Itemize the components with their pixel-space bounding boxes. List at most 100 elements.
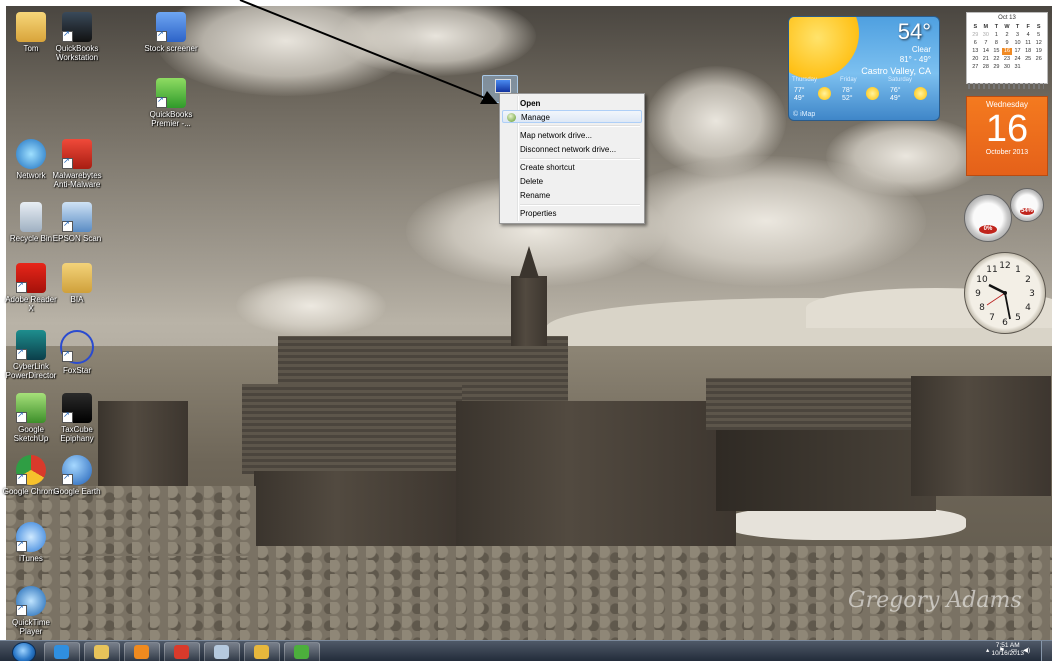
calendar-weekday-header: T [1015, 24, 1020, 30]
calendar-day-cell[interactable]: 21 [981, 56, 992, 63]
calendar-day-cell[interactable]: 14 [981, 48, 992, 55]
taskbar-time: 7:51 AM [995, 642, 1020, 649]
calendar-day-cell[interactable]: 25 [1023, 56, 1034, 63]
calendar-day-cell[interactable]: 17 [1012, 48, 1023, 55]
taskbar-button[interactable] [204, 642, 240, 661]
taskbar-button[interactable] [284, 642, 320, 661]
tray-expand-icon[interactable]: ▴ [986, 646, 989, 654]
menu-item-disconnect-network-drive[interactable]: Disconnect network drive... [502, 143, 642, 156]
calendar-day-cell[interactable]: 28 [981, 64, 992, 71]
forecast-day-name: Thursday [792, 77, 818, 83]
taskbar-button[interactable] [124, 642, 160, 661]
calendar-day-cell[interactable]: 2 [1002, 32, 1013, 39]
forecast-day: Friday 78° 52° [840, 77, 888, 107]
show-desktop-button[interactable] [1041, 641, 1052, 661]
calendar-day-cell[interactable]: 7 [981, 40, 992, 47]
weather-source[interactable]: © iMap [793, 111, 815, 118]
svg-text:8: 8 [979, 303, 985, 313]
calendar-day-cell[interactable] [1033, 64, 1044, 71]
svg-text:12: 12 [999, 261, 1010, 271]
svg-text:5: 5 [1015, 313, 1021, 323]
svg-text:7: 7 [989, 313, 995, 323]
calendar-day-cell[interactable]: 23 [1002, 56, 1013, 63]
calendar-day-cell[interactable]: 3 [1012, 32, 1023, 39]
weather-gadget[interactable]: 54° Clear 81° - 49° Castro Valley, CA Th… [788, 16, 940, 121]
menu-item-rename[interactable]: Rename [502, 189, 642, 202]
taskbar-button[interactable] [164, 642, 200, 661]
libraries-icon [94, 645, 109, 659]
cpu-value: 0% [983, 226, 993, 232]
mail-icon [254, 645, 269, 659]
calendar-day-cell[interactable]: 30 [1002, 64, 1013, 71]
calendar-weekday-header: F [1026, 24, 1030, 30]
volume-icon[interactable]: ◀) [1023, 646, 1030, 654]
calendar-day-cell[interactable]: 18 [1023, 48, 1034, 55]
svg-text:11: 11 [986, 265, 997, 275]
media-player-icon [134, 645, 149, 659]
internet-explorer-icon [54, 645, 69, 659]
calendar-day-cell[interactable]: 9 [1002, 40, 1013, 47]
calendar-day-cell[interactable]: 30 [981, 32, 992, 39]
calendar-day-cell[interactable]: 29 [970, 32, 981, 39]
weather-temperature: 54° [897, 19, 931, 44]
calendar-day-cell[interactable]: 12 [1033, 40, 1044, 47]
calendar-day-cell[interactable]: 24 [1012, 56, 1023, 63]
calendar-day-cell[interactable]: 31 [1012, 64, 1023, 71]
taskbar: ▴ ⚑ ▭ ◀) 7:51 AM 10/16/2013 [0, 640, 1052, 661]
calendar-day-cell[interactable]: 15 [991, 48, 1002, 55]
taskbar-clock[interactable]: 7:51 AM 10/16/2013 [991, 642, 1024, 658]
calendar-day-cell[interactable]: 19 [1033, 48, 1044, 55]
calendar-gadget[interactable]: Oct 13 S M T W T F S 29 30 1 2 3 4 5 6 7 8 9 10 11 12 13 14 15 1… [966, 12, 1048, 176]
calendar-weekday-header: T [994, 24, 999, 30]
forecast-high: 76° [890, 87, 901, 94]
menu-item-map-network-drive[interactable]: Map network drive... [502, 129, 642, 142]
menu-item-manage[interactable]: Manage [502, 110, 642, 123]
svg-text:9: 9 [975, 289, 981, 299]
calendar-weekday-header: M [983, 24, 989, 30]
svg-text:1: 1 [1015, 265, 1021, 275]
shield-icon [507, 113, 516, 122]
menu-item-properties[interactable]: Properties [502, 207, 642, 220]
weather-range: 81° - 49° [899, 55, 931, 64]
taskbar-button[interactable] [84, 642, 120, 661]
calendar-day-cell[interactable]: 29 [991, 64, 1002, 71]
calendar-day-cell[interactable]: 22 [991, 56, 1002, 63]
calendar-day-cell[interactable]: 20 [970, 56, 981, 63]
menu-item-delete[interactable]: Delete [502, 175, 642, 188]
taskbar-button[interactable] [44, 642, 80, 661]
calendar-weekday-header: W [1004, 24, 1010, 30]
forecast-high: 77° [794, 87, 805, 94]
calendar-day-cell[interactable]: 26 [1033, 56, 1044, 63]
sun-icon [818, 87, 831, 100]
chrome-icon [174, 645, 189, 659]
calendar-day-cell[interactable]: 27 [970, 64, 981, 71]
forecast-low: 49° [890, 95, 901, 102]
calendar-day-cell[interactable]: 6 [970, 40, 981, 47]
forecast-low: 49° [794, 95, 805, 102]
calendar-month-view: Oct 13 S M T W T F S 29 30 1 2 3 4 5 6 7 8 9 10 11 12 13 14 15 1… [966, 12, 1048, 84]
calendar-day-cell[interactable]: 10 [1012, 40, 1023, 47]
svg-text:2: 2 [1025, 275, 1031, 285]
menu-item-open[interactable]: Open [502, 97, 642, 110]
start-button[interactable] [12, 642, 36, 661]
calendar-day-cell[interactable]: 4 [1023, 32, 1034, 39]
cpu-meter-gadget[interactable]: 0% 54% [964, 188, 1044, 242]
clock-gadget[interactable]: 12 1 2 345 678 9 10 11 [964, 252, 1046, 334]
weather-location: Castro Valley, CA [861, 66, 931, 76]
calendar-day-cell[interactable]: 16 [1001, 48, 1013, 55]
ram-gauge: 54% [1010, 188, 1044, 222]
menu-item-label: Manage [521, 113, 550, 122]
calendar-day-cell[interactable]: 8 [991, 40, 1002, 47]
calendar-day-cell[interactable]: 1 [991, 32, 1002, 39]
calendar-day-cell[interactable]: 11 [1023, 40, 1034, 47]
forecast-day-name: Saturday [888, 77, 913, 83]
calendar-day-cell[interactable]: 13 [970, 48, 981, 55]
forecast-day: Saturday 76° 49° [888, 77, 936, 107]
calendar-day-cell[interactable] [1023, 64, 1034, 71]
taskbar-button[interactable] [244, 642, 280, 661]
menu-item-create-shortcut[interactable]: Create shortcut [502, 161, 642, 174]
calendar-grid: S M T W T F S 29 30 1 2 3 4 5 6 7 8 9 10 11 12 13 14 15 16 17 18 19… [970, 24, 1044, 71]
calendar-month-header: Oct 13 [998, 15, 1016, 21]
calendar-day-cell[interactable]: 5 [1033, 32, 1044, 39]
forecast-high: 78° [842, 87, 853, 94]
